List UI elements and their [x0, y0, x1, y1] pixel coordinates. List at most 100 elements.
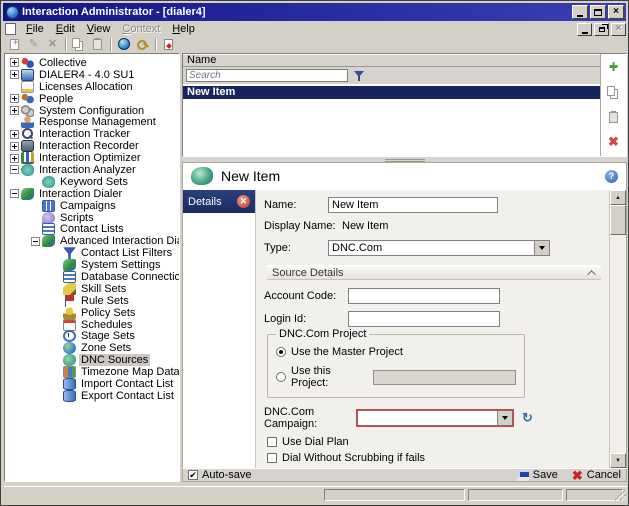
tree-item-contact-list-filters[interactable]: Contact List Filters [5, 247, 179, 259]
app-window: Interaction Administrator - [dialer4] × … [0, 0, 629, 506]
type-dropdown[interactable]: DNC.Com [328, 240, 550, 256]
tree-item-interaction-analyzer[interactable]: Interaction Analyzer [5, 164, 179, 176]
delete-item-button[interactable]: ✖ [606, 135, 621, 149]
tab-details[interactable]: Details ✕ [183, 190, 255, 213]
dnc-campaign-dropdown-button[interactable] [497, 411, 512, 425]
cancel-button[interactable]: ✖ Cancel [572, 469, 621, 481]
key-toolbar-button[interactable] [133, 38, 152, 51]
use-master-project-radio[interactable] [276, 347, 286, 357]
mdi-restore-button[interactable] [594, 23, 609, 36]
tree-item-scripts[interactable]: Scripts [5, 212, 179, 224]
tree-expand-plus-icon[interactable] [10, 130, 19, 139]
mdi-minimize-icon [582, 32, 588, 34]
close-button[interactable]: × [608, 5, 624, 19]
auto-save-checkbox[interactable]: ✔ [188, 470, 198, 480]
name-column-header[interactable]: Name [183, 54, 600, 67]
resize-grip-icon[interactable] [615, 490, 626, 501]
new-item-icon: + [10, 39, 19, 50]
tree-expand-plus-icon[interactable] [10, 154, 19, 163]
tree-expand-plus-icon[interactable] [10, 142, 19, 151]
tree-item-dnc-sources[interactable]: DNC Sources [5, 354, 179, 366]
tree-item-advanced-interaction-dialer[interactable]: Advanced Interaction Dialer [5, 235, 179, 247]
details-scrollbar[interactable]: ▲ ▼ [609, 190, 626, 468]
tree-item-skill-sets[interactable]: Skill Sets [5, 283, 179, 295]
name-input[interactable] [328, 197, 498, 213]
refresh-icon[interactable]: ↻ [522, 412, 533, 424]
tree-expand-minus-icon[interactable] [31, 237, 40, 246]
tree-item-interaction-tracker[interactable]: Interaction Tracker [5, 128, 179, 140]
tree-item-import-contact-list[interactable]: Import Contact List [5, 378, 179, 390]
globe-icon [118, 38, 130, 50]
cancel-button-label: Cancel [587, 469, 621, 481]
tree-item-timezone-map-data[interactable]: Timezone Map Data [5, 366, 179, 378]
horizontal-splitter[interactable] [182, 157, 627, 162]
tree-expand-plus-icon[interactable] [10, 70, 19, 79]
tree-item-people[interactable]: People [5, 93, 179, 105]
search-input[interactable] [186, 69, 348, 82]
tree-expand-plus-icon[interactable] [10, 106, 19, 115]
menu-help[interactable]: Help [166, 22, 201, 36]
account-code-input[interactable] [348, 288, 500, 304]
scroll-up-icon[interactable]: ▲ [610, 190, 626, 205]
tree-item-licenses-allocation[interactable]: Licenses Allocation [5, 81, 179, 93]
type-dropdown-button[interactable] [534, 241, 549, 255]
save-button[interactable]: Save [517, 469, 558, 481]
globe-toolbar-button[interactable] [114, 38, 133, 51]
tree-item-policy-sets[interactable]: Policy Sets [5, 307, 179, 319]
toolbar-separator [110, 38, 111, 51]
tree-item-interaction-dialer[interactable]: Interaction Dialer [5, 188, 179, 200]
tree-item-keyword-sets[interactable]: Keyword Sets [5, 176, 179, 188]
menu-view[interactable]: View [81, 22, 117, 36]
tree-item-schedules[interactable]: Schedules [5, 319, 179, 331]
mdi-document-icon[interactable] [5, 23, 16, 35]
menu-file[interactable]: File [20, 22, 50, 36]
scroll-down-icon[interactable]: ▼ [610, 453, 626, 468]
help-icon[interactable]: ? [605, 170, 618, 183]
source-details-expander[interactable]: Source Details [267, 265, 601, 280]
dnc-campaign-dropdown[interactable] [357, 410, 513, 426]
tab-close-icon[interactable]: ✕ [237, 195, 250, 208]
tree-item-export-contact-list[interactable]: Export Contact List [5, 390, 179, 402]
tree-item-contact-lists[interactable]: Contact Lists [5, 223, 179, 235]
account-code-label: Account Code: [264, 290, 348, 302]
tree-item-label: Collective [37, 57, 89, 69]
report-toolbar-button[interactable] [159, 38, 178, 51]
maximize-icon [594, 9, 602, 16]
tree-item-campaigns[interactable]: Campaigns [5, 200, 179, 212]
collective-icon [21, 57, 34, 69]
scrollbar-thumb[interactable] [610, 205, 626, 235]
tree-expand-minus-icon[interactable] [10, 165, 19, 174]
chevron-down-icon [539, 246, 545, 250]
tree-item-zone-sets[interactable]: Zone Sets [5, 342, 179, 354]
minimize-button[interactable] [572, 5, 588, 19]
tree-item-stage-sets[interactable]: Stage Sets [5, 330, 179, 342]
tree-item-dialer4-4-0-su1[interactable]: DIALER4 - 4.0 SU1 [5, 69, 179, 81]
tree-item-rule-sets[interactable]: Rule Sets [5, 295, 179, 307]
tree-item-response-management[interactable]: Response Management [5, 116, 179, 128]
add-item-button[interactable]: + [606, 60, 621, 74]
mdi-minimize-button[interactable] [577, 23, 592, 36]
use-this-project-radio[interactable] [276, 372, 286, 382]
tree-item-interaction-recorder[interactable]: Interaction Recorder [5, 140, 179, 152]
list-item-new-item[interactable]: New Item [183, 86, 600, 99]
menu-edit[interactable]: Edit [50, 22, 81, 36]
tree-expand-plus-icon[interactable] [10, 94, 19, 103]
tab-details-label: Details [188, 196, 222, 208]
maximize-button[interactable] [590, 5, 606, 19]
tree-expand-minus-icon[interactable] [10, 189, 19, 198]
flag-icon [63, 295, 76, 307]
tree-item-system-configuration[interactable]: System Configuration [5, 105, 179, 117]
filter-funnel-icon[interactable] [354, 70, 367, 82]
tree-item-collective[interactable]: Collective [5, 57, 179, 69]
policy-icon [63, 307, 76, 319]
details-form: Name: Display Name: New Item Type: DNC.C… [255, 190, 609, 468]
use-dial-plan-checkbox[interactable] [267, 437, 277, 447]
tree-item-system-settings[interactable]: System Settings [5, 259, 179, 271]
login-id-input[interactable] [348, 311, 500, 327]
save-floppy-icon [517, 470, 529, 481]
tree-expand-plus-icon[interactable] [10, 58, 19, 67]
edit-item-toolbar-button: ✎ [24, 38, 43, 51]
dial-without-scrubbing-checkbox[interactable] [267, 453, 277, 463]
tree-item-database-connections[interactable]: Database Connections [5, 271, 179, 283]
tree-item-interaction-optimizer[interactable]: Interaction Optimizer [5, 152, 179, 164]
